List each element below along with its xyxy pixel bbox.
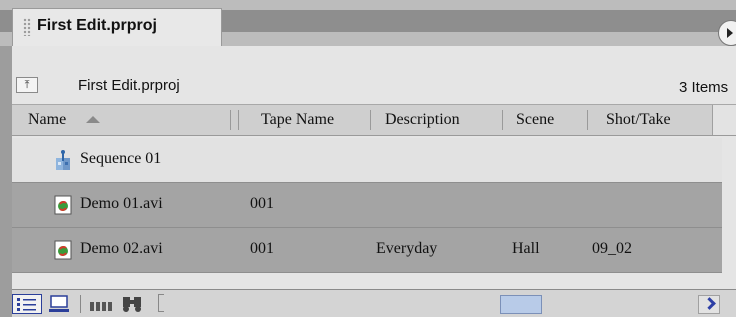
vertical-scrollbar[interactable]	[712, 105, 736, 135]
list-view-icon[interactable]	[12, 294, 42, 314]
scroll-right-icon[interactable]	[698, 295, 720, 314]
row-divider	[12, 272, 722, 273]
find-icon[interactable]	[120, 294, 146, 314]
avi-file-icon	[54, 195, 72, 215]
bottom-toolbar	[12, 289, 736, 317]
column-header-name[interactable]: Name	[28, 111, 66, 129]
column-divider[interactable]	[238, 110, 239, 130]
column-header-description[interactable]: Description	[385, 111, 460, 129]
panel-tab-bar: First Edit.prproj	[0, 0, 736, 46]
automate-to-sequence-icon[interactable]	[88, 294, 114, 314]
tab-project[interactable]: First Edit.prproj	[12, 8, 222, 46]
project-name: First Edit.prproj	[78, 77, 180, 94]
panel-menu-button[interactable]	[718, 20, 736, 46]
column-divider[interactable]	[502, 110, 503, 130]
column-header-scene[interactable]: Scene	[516, 111, 554, 129]
item-name: Demo 01.avi	[80, 195, 163, 212]
item-shot-take: 09_02	[592, 240, 632, 257]
column-divider[interactable]	[370, 110, 371, 130]
column-divider[interactable]	[587, 110, 588, 130]
column-header-shot-take[interactable]: Shot/Take	[606, 111, 671, 129]
clipped-button[interactable]	[158, 294, 164, 312]
project-info-row: ⤒ First Edit.prproj 3 Items	[12, 74, 736, 98]
item-description: Everyday	[376, 240, 438, 257]
grip-icon[interactable]	[23, 18, 31, 36]
item-tape-name: 001	[250, 195, 274, 212]
project-panel: ⤒ First Edit.prproj 3 Items Name Tape Na…	[12, 46, 736, 317]
item-tape-name: 001	[250, 240, 274, 257]
list-item[interactable]: Demo 01.avi 001	[12, 183, 722, 227]
item-scene: Hall	[512, 240, 540, 257]
avi-file-icon	[54, 240, 72, 260]
list-item[interactable]: Sequence 01	[12, 138, 722, 182]
column-divider[interactable]	[230, 110, 231, 130]
icon-view-icon[interactable]	[48, 294, 70, 314]
column-header-tape-name[interactable]: Tape Name	[261, 111, 334, 129]
tab-title: First Edit.prproj	[37, 17, 157, 34]
toolbar-divider	[80, 295, 81, 313]
folder-up-icon[interactable]: ⤒	[16, 77, 38, 93]
item-name: Sequence 01	[80, 150, 162, 167]
item-name: Demo 02.avi	[80, 240, 163, 257]
item-count: 3 Items	[679, 79, 729, 96]
column-header: Name Tape Name Description Scene Shot/Ta…	[12, 104, 736, 136]
sequence-icon	[56, 150, 70, 170]
list-item[interactable]: Demo 02.avi 001 Everyday Hall 09_02	[12, 228, 722, 272]
sort-ascending-icon[interactable]	[86, 116, 100, 123]
horizontal-scroll-thumb[interactable]	[500, 295, 542, 314]
